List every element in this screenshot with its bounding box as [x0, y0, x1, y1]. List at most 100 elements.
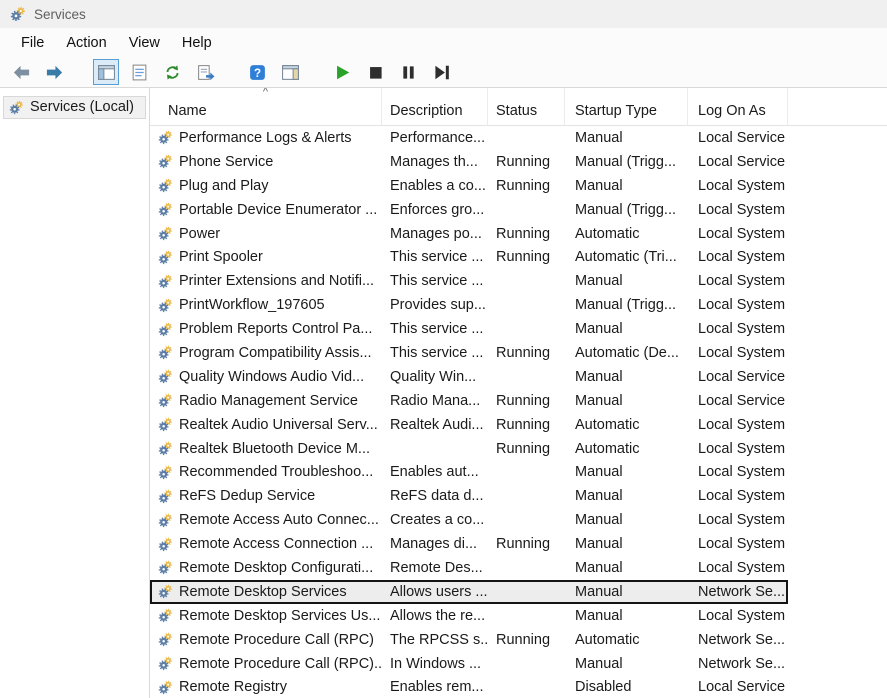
service-description: Manages th... [382, 154, 488, 170]
service-row[interactable]: Remote Desktop Services Us... Allows the… [150, 604, 788, 628]
service-description: Enables a co... [382, 178, 488, 194]
service-gears-icon [158, 345, 173, 360]
service-name: Remote Desktop Services [179, 584, 347, 600]
refresh-button[interactable] [159, 59, 185, 85]
column-header-status[interactable]: Status [488, 88, 565, 126]
service-status: Running [488, 393, 565, 409]
toolbar-separator [225, 72, 237, 73]
restart-service-button[interactable] [428, 59, 454, 85]
service-name: Remote Desktop Configurati... [179, 560, 373, 576]
service-row[interactable]: Remote Registry Enables rem... Disabled … [150, 675, 788, 698]
back-arrow-icon [12, 63, 31, 82]
properties-icon [130, 63, 149, 82]
menu-file[interactable]: File [10, 32, 55, 54]
service-row[interactable]: Realtek Audio Universal Serv... Realtek … [150, 413, 788, 437]
service-log-on-as: Local Service [688, 369, 788, 385]
back-button[interactable] [8, 59, 34, 85]
service-startup-type: Automatic [565, 632, 688, 648]
service-row[interactable]: Remote Desktop Services Allows users ...… [150, 580, 788, 604]
service-description: Manages po... [382, 226, 488, 242]
action-pane-icon [281, 63, 300, 82]
service-description: Creates a co... [382, 512, 488, 528]
tree-item-services-local[interactable]: Services (Local) [3, 96, 146, 119]
service-description: Performance... [382, 130, 488, 146]
service-description: Realtek Audi... [382, 417, 488, 433]
forward-button[interactable] [41, 59, 67, 85]
service-row[interactable]: Performance Logs & Alerts Performance...… [150, 126, 788, 150]
service-gears-icon [158, 226, 173, 241]
service-name: Print Spooler [179, 249, 263, 265]
service-name: Remote Access Connection ... [179, 536, 373, 552]
service-row[interactable]: Print Spooler This service ... Running A… [150, 245, 788, 269]
service-status: Running [488, 632, 565, 648]
service-log-on-as: Local System [688, 560, 788, 576]
service-row[interactable]: PrintWorkflow_197605 Provides sup... Man… [150, 293, 788, 317]
export-list-button[interactable] [192, 59, 218, 85]
help-icon: ? [248, 63, 267, 82]
service-gears-icon [158, 632, 173, 647]
restart-service-icon [432, 63, 451, 82]
service-gears-icon [158, 322, 173, 337]
menu-action[interactable]: Action [55, 32, 117, 54]
service-row[interactable]: Realtek Bluetooth Device M... Running Au… [150, 437, 788, 461]
service-row[interactable]: Remote Access Connection ... Manages di.… [150, 532, 788, 556]
pause-service-button[interactable] [395, 59, 421, 85]
service-status: Running [488, 441, 565, 457]
service-row[interactable]: Problem Reports Control Pa... This servi… [150, 317, 788, 341]
service-row[interactable]: Remote Procedure Call (RPC) The RPCSS s.… [150, 628, 788, 652]
column-header-description[interactable]: Description [382, 88, 488, 126]
service-startup-type: Automatic [565, 441, 688, 457]
service-name: Remote Procedure Call (RPC)... [179, 656, 382, 672]
service-startup-type: Manual [565, 178, 688, 194]
service-name: Remote Access Auto Connec... [179, 512, 379, 528]
help-button[interactable]: ? [244, 59, 270, 85]
service-gears-icon [158, 465, 173, 480]
service-row[interactable]: Remote Procedure Call (RPC)... In Window… [150, 652, 788, 676]
service-startup-type: Automatic (De... [565, 345, 688, 361]
service-row[interactable]: Power Manages po... Running Automatic Lo… [150, 222, 788, 246]
service-row[interactable]: Remote Access Auto Connec... Creates a c… [150, 508, 788, 532]
show-action-pane-button[interactable] [277, 59, 303, 85]
service-description: Radio Mana... [382, 393, 488, 409]
service-log-on-as: Network Se... [688, 656, 788, 672]
service-name: Recommended Troubleshoo... [179, 464, 373, 480]
console-tree-icon [97, 63, 116, 82]
service-row[interactable]: ReFS Dedup Service ReFS data d... Manual… [150, 484, 788, 508]
menu-help[interactable]: Help [171, 32, 223, 54]
stop-service-button[interactable] [362, 59, 388, 85]
service-log-on-as: Local System [688, 488, 788, 504]
service-log-on-as: Local System [688, 178, 788, 194]
toolbar-separator [310, 72, 322, 73]
menu-view[interactable]: View [118, 32, 171, 54]
service-description: Remote Des... [382, 560, 488, 576]
service-row[interactable]: Program Compatibility Assis... This serv… [150, 341, 788, 365]
start-service-button[interactable] [329, 59, 355, 85]
service-startup-type: Manual [565, 656, 688, 672]
services-node-icon [9, 100, 24, 115]
service-startup-type: Manual [565, 369, 688, 385]
service-log-on-as: Local Service [688, 679, 788, 695]
service-gears-icon [158, 154, 173, 169]
service-row[interactable]: Plug and Play Enables a co... Running Ma… [150, 174, 788, 198]
service-row[interactable]: Quality Windows Audio Vid... Quality Win… [150, 365, 788, 389]
service-startup-type: Manual (Trigg... [565, 297, 688, 313]
service-row[interactable]: Phone Service Manages th... Running Manu… [150, 150, 788, 174]
properties-button[interactable] [126, 59, 152, 85]
service-row[interactable]: Portable Device Enumerator ... Enforces … [150, 198, 788, 222]
column-header-startup-type[interactable]: Startup Type [565, 88, 688, 126]
column-header-log-on-as[interactable]: Log On As [688, 88, 788, 126]
service-row[interactable]: Recommended Troubleshoo... Enables aut..… [150, 460, 788, 484]
service-status: Running [488, 154, 565, 170]
service-row[interactable]: Printer Extensions and Notifi... This se… [150, 269, 788, 293]
menu-bar: File Action View Help [0, 28, 887, 57]
show-console-tree-button[interactable] [93, 59, 119, 85]
pause-service-icon [399, 63, 418, 82]
service-startup-type: Manual [565, 321, 688, 337]
service-row[interactable]: Radio Management Service Radio Mana... R… [150, 389, 788, 413]
service-gears-icon [158, 393, 173, 408]
column-header-name[interactable]: ^ Name [150, 88, 382, 126]
service-log-on-as: Network Se... [688, 584, 788, 600]
service-row[interactable]: Remote Desktop Configurati... Remote Des… [150, 556, 788, 580]
title-bar: Services [0, 0, 887, 28]
service-gears-icon [158, 441, 173, 456]
